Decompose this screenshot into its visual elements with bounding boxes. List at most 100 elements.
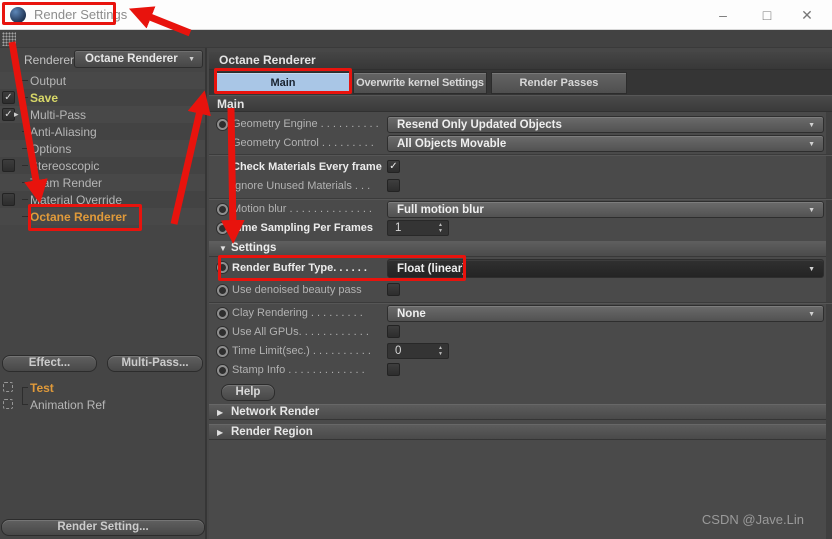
time-sampling-spinner[interactable]: 1 ▲ ▼ <box>387 220 449 236</box>
anim-dot-icon[interactable] <box>217 346 228 357</box>
row-use-denoised-beauty-pass: Use denoised beauty pass <box>209 281 832 300</box>
material-override-enabled-checkbox[interactable] <box>2 193 15 206</box>
row-use-all-gpus: Use All GPUs. . . . . . . . . . . . <box>209 323 832 342</box>
use-all-gpus-checkbox[interactable] <box>387 325 400 338</box>
sidebar-item-label: Save <box>30 91 59 105</box>
save-enabled-checkbox[interactable]: ✓ <box>2 91 15 104</box>
settings-subsection-header[interactable]: ▼ Settings <box>209 241 826 257</box>
check-materials-checkbox[interactable]: ✓ <box>387 160 400 173</box>
minimize-button[interactable]: – <box>706 4 740 26</box>
sidebar-item-team-render[interactable]: Team Render <box>0 174 205 191</box>
network-render-section[interactable]: ▶ Network Render <box>209 404 826 420</box>
stereoscopic-enabled-checkbox[interactable] <box>2 159 15 172</box>
close-button[interactable]: ✕ <box>790 4 824 26</box>
render-buffer-type-dropdown[interactable]: Float (linear) ▼ <box>387 259 824 278</box>
row-label: Use denoised beauty pass <box>232 284 362 296</box>
collapsed-arrow-icon[interactable]: ▶ <box>217 405 223 421</box>
preset-item-test[interactable]: Test <box>0 379 205 396</box>
sidebar-item-label: Output <box>30 74 67 88</box>
tab-render-passes[interactable]: Render Passes <box>491 72 627 94</box>
anim-dot-icon[interactable] <box>217 327 228 338</box>
sidebar-item-stereoscopic[interactable]: Stereoscopic <box>0 157 205 174</box>
sidebar-item-label: Options <box>30 142 72 156</box>
sidebar-item-anti-aliasing[interactable]: Anti-Aliasing <box>0 123 205 140</box>
help-button[interactable]: Help <box>221 384 275 401</box>
clay-rendering-dropdown[interactable]: None ▼ <box>387 305 824 322</box>
toolbar-strip <box>0 30 832 48</box>
window-title: Render Settings <box>34 7 128 22</box>
row-label: Check Materials Every frame <box>232 161 382 173</box>
row-label: Motion blur . . . . . . . . . . . . . . <box>232 203 372 215</box>
render-state-icon[interactable] <box>3 382 13 392</box>
render-setting-button[interactable]: Render Setting... <box>1 519 205 536</box>
octane-settings-panel: Octane Renderer Main Overwrite kernel Se… <box>209 52 832 539</box>
use-denoised-beauty-pass-checkbox[interactable] <box>387 283 400 296</box>
settings-sidebar: Renderer Octane Renderer ▼ Output ✓ Save… <box>0 48 207 539</box>
sidebar-item-multi-pass[interactable]: ✓ ▸ Multi-Pass <box>0 106 205 123</box>
sidebar-item-label: Octane Renderer <box>30 210 127 224</box>
renderer-label: Renderer <box>24 53 75 67</box>
title-bar: Render Settings – □ ✕ <box>0 0 832 30</box>
sidebar-item-label: Anti-Aliasing <box>30 125 97 139</box>
render-state-icon[interactable] <box>3 399 13 409</box>
effect-button[interactable]: Effect... <box>2 355 97 372</box>
section-header-main: Main <box>209 95 832 112</box>
row-label: Time Limit(sec.) . . . . . . . . . . <box>232 345 371 357</box>
watermark: CSDN @Jave.Lin <box>701 512 804 527</box>
spinner-arrows-icon[interactable]: ▲ ▼ <box>438 345 443 357</box>
render-settings-presets: Test Animation Ref <box>0 379 205 413</box>
time-limit-spinner[interactable]: 0 ▲ ▼ <box>387 343 449 359</box>
anim-dot-icon[interactable] <box>217 365 228 376</box>
row-stamp-info: Stamp Info . . . . . . . . . . . . . <box>209 361 832 380</box>
sidebar-item-output[interactable]: Output <box>0 72 205 89</box>
cinema4d-app-icon <box>10 7 26 23</box>
anim-dot-icon[interactable] <box>217 308 228 319</box>
row-label: Geometry Engine . . . . . . . . . . <box>232 118 379 130</box>
geometry-control-dropdown[interactable]: All Objects Movable ▼ <box>387 135 824 152</box>
row-check-materials: Check Materials Every frame ✓ <box>209 158 832 177</box>
row-label: Use All GPUs. . . . . . . . . . . . <box>232 326 369 338</box>
anim-dot-icon[interactable] <box>217 223 228 234</box>
row-label: Geometry Control . . . . . . . . . <box>232 137 374 149</box>
renderer-row: Renderer Octane Renderer ▼ <box>0 50 205 69</box>
panel-title: Octane Renderer <box>209 52 832 70</box>
preset-item-label: Animation Ref <box>30 398 106 412</box>
row-time-limit: Time Limit(sec.) . . . . . . . . . . 0 ▲… <box>209 342 832 361</box>
renderer-dropdown[interactable]: Octane Renderer ▼ <box>74 50 203 68</box>
sidebar-item-options[interactable]: Options <box>0 140 205 157</box>
render-region-section[interactable]: ▶ Render Region <box>209 424 826 440</box>
preset-item-label: Test <box>30 381 54 395</box>
sidebar-item-save[interactable]: ✓ Save <box>0 89 205 106</box>
anim-dot-icon[interactable] <box>217 262 228 273</box>
renderer-dropdown-value: Octane Renderer <box>85 53 178 65</box>
collapsed-arrow-icon[interactable]: ▶ <box>217 425 223 441</box>
row-ignore-unused-materials: Ignore Unused Materials . . . <box>209 177 832 196</box>
collapse-arrow-icon[interactable]: ▼ <box>219 241 227 257</box>
multi-pass-button[interactable]: Multi-Pass... <box>107 355 203 372</box>
ignore-unused-materials-checkbox[interactable] <box>387 179 400 192</box>
sidebar-item-material-override[interactable]: Material Override <box>0 191 205 208</box>
sidebar-item-label: Team Render <box>30 176 103 190</box>
drag-grip-icon[interactable] <box>2 32 16 46</box>
row-label: Stamp Info . . . . . . . . . . . . . <box>232 364 365 376</box>
row-label: Ignore Unused Materials . . . <box>232 180 371 192</box>
motion-blur-dropdown[interactable]: Full motion blur ▼ <box>387 201 824 218</box>
row-label: Clay Rendering . . . . . . . . . <box>232 307 363 319</box>
preset-item-animation-ref[interactable]: Animation Ref <box>0 396 205 413</box>
spinner-arrows-icon[interactable]: ▲ ▼ <box>438 222 443 234</box>
maximize-button[interactable]: □ <box>750 4 784 26</box>
anim-dot-icon[interactable] <box>217 285 228 296</box>
sidebar-item-label: Multi-Pass <box>30 108 87 122</box>
geometry-engine-dropdown[interactable]: Resend Only Updated Objects ▼ <box>387 116 824 133</box>
anim-dot-icon[interactable] <box>217 204 228 215</box>
sidebar-item-octane-renderer[interactable]: Octane Renderer <box>0 208 205 225</box>
settings-category-list: Output ✓ Save ✓ ▸ Multi-Pass Anti-Aliasi… <box>0 72 205 225</box>
expand-arrow-icon[interactable]: ▸ <box>14 109 19 120</box>
chevron-down-icon: ▼ <box>808 311 815 318</box>
stamp-info-checkbox[interactable] <box>387 363 400 376</box>
render-settings-window: Render Settings – □ ✕ Renderer Octane Re… <box>0 0 832 539</box>
tab-overwrite-kernel-settings[interactable]: Overwrite kernel Settings <box>353 72 487 94</box>
chevron-down-icon: ▼ <box>808 207 815 214</box>
anim-dot-icon[interactable] <box>217 119 228 130</box>
tab-main[interactable]: Main <box>215 72 351 94</box>
